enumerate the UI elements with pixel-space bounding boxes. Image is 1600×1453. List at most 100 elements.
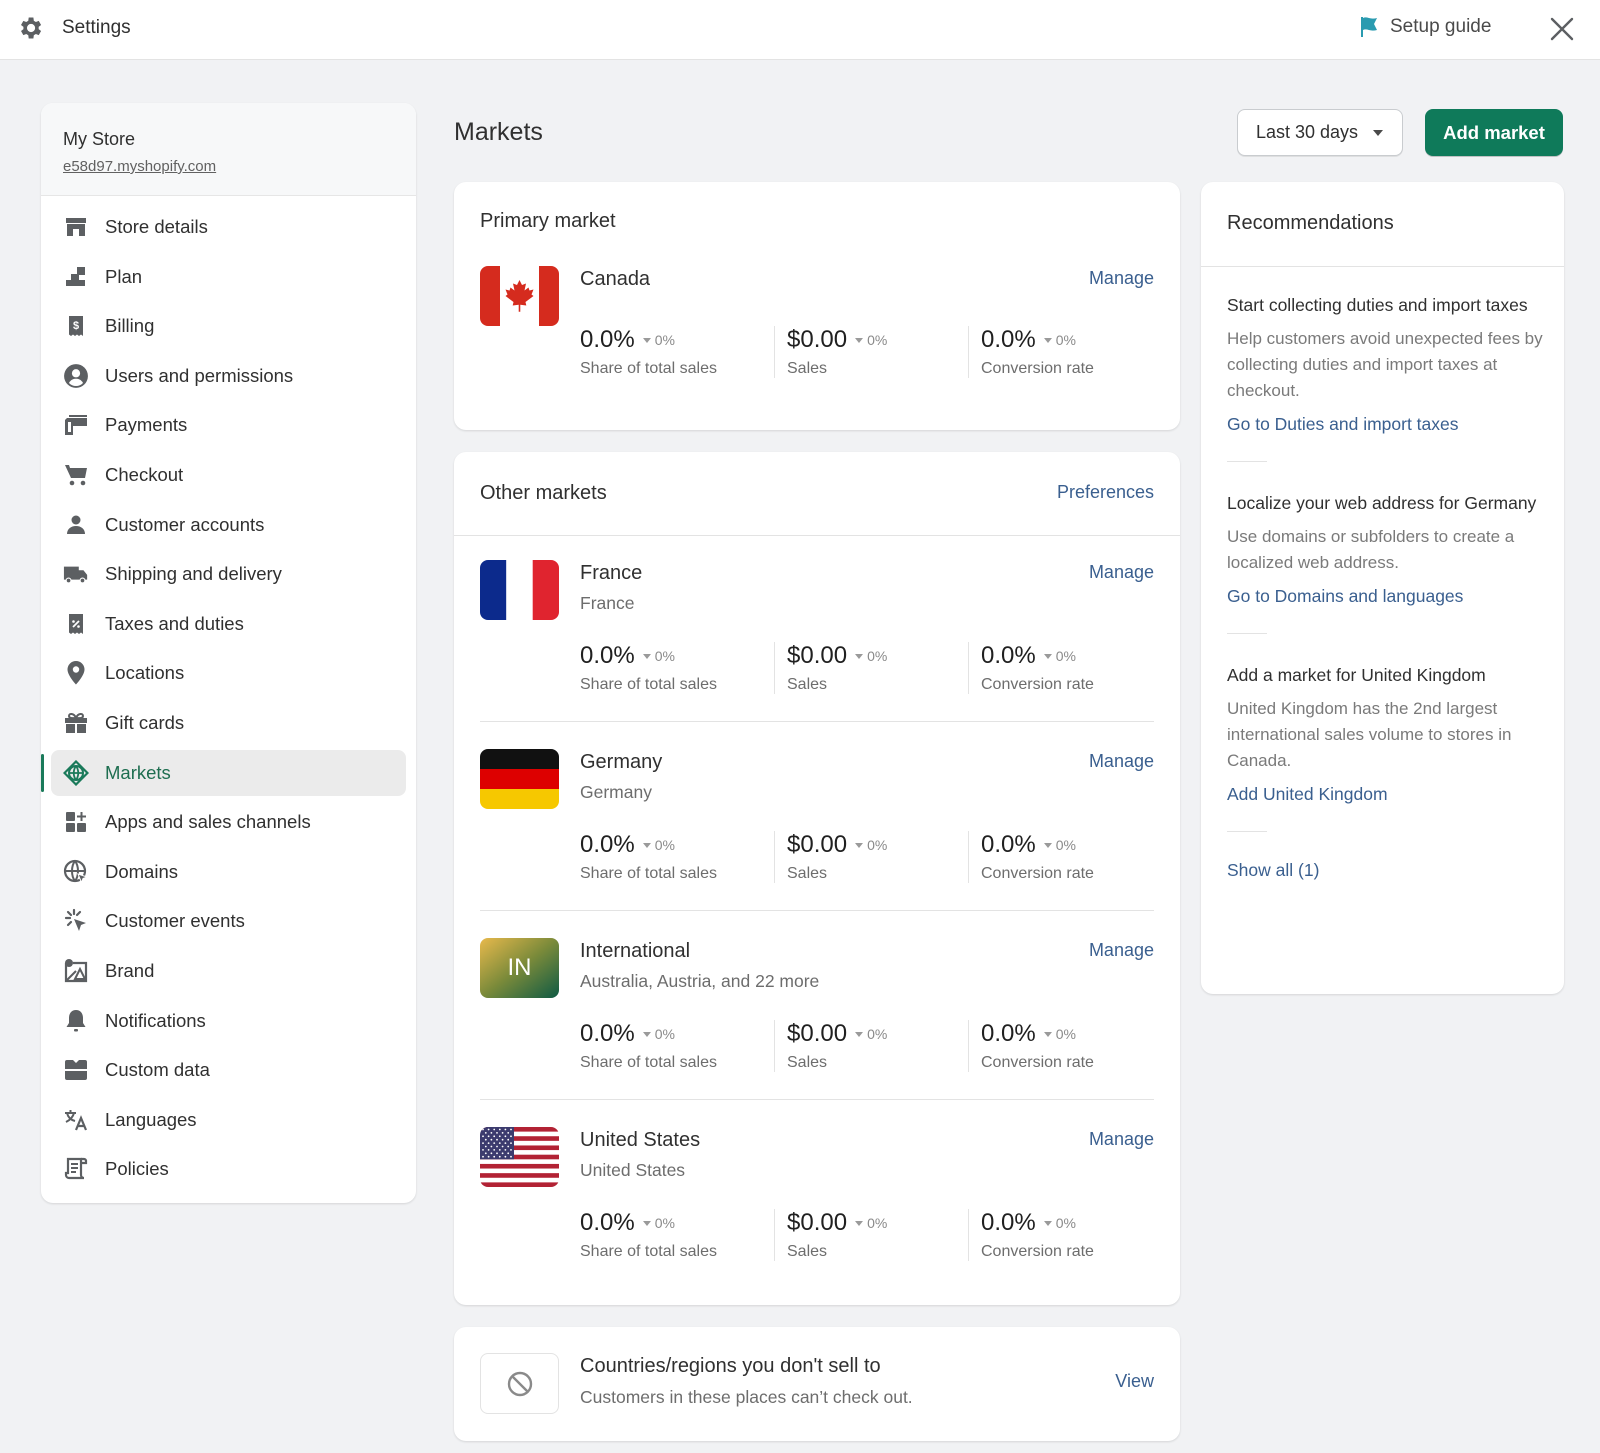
apps-icon	[63, 809, 89, 835]
sidebar-item-locations[interactable]: Locations	[51, 650, 406, 696]
metric-change: 0%	[1043, 1026, 1076, 1042]
sidebar-item-label: Gift cards	[105, 711, 185, 733]
market-row-germany: Germany Germany Manage 0.0% 0% Share of t…	[454, 749, 1180, 909]
metric-change-value: 0%	[1055, 1026, 1076, 1042]
sidebar-item-customer-events[interactable]: Customer events	[51, 898, 406, 944]
metric-change-value: 0%	[654, 837, 675, 853]
market-row-united-states: United States United States Manage 0.0% 0…	[454, 1127, 1180, 1287]
sidebar-item-plan[interactable]: Plan	[51, 254, 406, 300]
sidebar-item-domains[interactable]: Domains	[51, 849, 406, 895]
show-all-link[interactable]: Show all (1)	[1227, 860, 1319, 880]
international-flag-icon: IN	[480, 938, 559, 998]
trend-down-icon	[1043, 1220, 1052, 1226]
sidebar-item-apps-and-sales-channels[interactable]: Apps and sales channels	[51, 799, 406, 845]
section-divider	[1227, 461, 1267, 462]
caret-down-icon	[1373, 129, 1384, 136]
recommendation-link[interactable]: Add United Kingdom	[1227, 784, 1388, 805]
recommendation-link[interactable]: Go to Domains and languages	[1227, 586, 1463, 607]
sidebar-item-label: Billing	[105, 315, 155, 337]
metric-value: 0.0%	[981, 642, 1036, 669]
top-bar: Settings Setup guide	[0, 0, 1600, 60]
metric-conversion-rate: 0.0% 0% Conversion rate	[968, 642, 1162, 694]
metric-sales: $0.00 0% Sales	[774, 642, 968, 694]
date-range-select[interactable]: Last 30 days	[1237, 109, 1403, 156]
close-icon[interactable]	[1545, 12, 1579, 46]
metric-change-value: 0%	[654, 1026, 675, 1042]
metric-caption: Conversion rate	[981, 1054, 1094, 1071]
sidebar-item-label: Custom data	[105, 1059, 210, 1081]
sidebar-item-label: Policies	[105, 1158, 169, 1180]
sidebar-item-shipping-and-delivery[interactable]: Shipping and delivery	[51, 551, 406, 597]
metric-change-value: 0%	[1055, 837, 1076, 853]
metric-change-value: 0%	[867, 1026, 888, 1042]
sidebar-item-billing[interactable]: $ Billing	[51, 303, 406, 349]
globe-icon	[63, 859, 89, 885]
page-title: Markets	[454, 118, 543, 146]
preferences-link[interactable]: Preferences	[1057, 482, 1154, 503]
bell-icon	[63, 1008, 89, 1034]
sidebar-item-notifications[interactable]: Notifications	[51, 998, 406, 1044]
other-markets-card: Other markets Preferences France France …	[454, 452, 1180, 1305]
market-divider	[480, 721, 1154, 722]
metric-caption: Conversion rate	[981, 865, 1094, 882]
sidebar-item-store-details[interactable]: Store details	[51, 204, 406, 250]
metric-value: 0.0%	[580, 1020, 635, 1047]
manage-link[interactable]: Manage	[1089, 751, 1154, 772]
metric-caption: Sales	[787, 676, 828, 693]
recommendation-title: Add a market for United Kingdom	[1227, 665, 1486, 685]
metric-caption: Sales	[787, 1054, 828, 1071]
market-name: Canada	[580, 268, 651, 290]
metric-change: 0%	[1043, 332, 1076, 348]
settings-sidebar: My Store e58d97.myshopify.com Store deta…	[41, 103, 416, 1203]
sidebar-item-label: Apps and sales channels	[105, 811, 311, 833]
setup-guide-button[interactable]: Setup guide	[1358, 15, 1491, 39]
trend-down-icon	[855, 842, 864, 848]
trend-down-icon	[855, 653, 864, 659]
add-market-button[interactable]: Add market	[1425, 109, 1563, 156]
sidebar-item-label: Users and permissions	[105, 364, 294, 386]
sidebar-item-label: Customer events	[105, 910, 245, 932]
manage-link[interactable]: Manage	[1089, 562, 1154, 583]
sidebar-item-markets[interactable]: Markets	[41, 749, 406, 796]
canada-flag-icon	[480, 266, 559, 326]
metric-change: 0%	[642, 648, 675, 664]
view-link[interactable]: View	[1115, 1371, 1154, 1392]
sidebar-item-customer-accounts[interactable]: Customer accounts	[51, 502, 406, 548]
metric-change-value: 0%	[654, 648, 675, 664]
recommendation-link[interactable]: Go to Duties and import taxes	[1227, 414, 1459, 435]
metric-sales: $0.00 0% Sales	[774, 326, 968, 378]
market-regions: Australia, Austria, and 22 more	[580, 971, 820, 991]
sidebar-item-languages[interactable]: Languages	[51, 1097, 406, 1143]
sidebar-item-checkout[interactable]: Checkout	[51, 452, 406, 498]
settings-title: Settings	[62, 17, 131, 38]
germany-flag-icon	[480, 749, 559, 809]
market-name: United States	[580, 1129, 701, 1151]
store-url-link[interactable]: e58d97.myshopify.com	[63, 158, 216, 175]
setup-guide-label: Setup guide	[1390, 16, 1492, 37]
sidebar-item-policies[interactable]: Policies	[51, 1146, 406, 1192]
other-markets-heading: Other markets	[480, 482, 607, 504]
manage-link[interactable]: Manage	[1089, 940, 1154, 961]
excluded-regions-card: Countries/regions you don't sell to Cust…	[454, 1327, 1180, 1441]
prohibited-icon	[507, 1371, 532, 1396]
brand-icon	[63, 958, 89, 984]
sidebar-item-taxes-and-duties[interactable]: Taxes and duties	[51, 601, 406, 647]
metric-change-value: 0%	[867, 648, 888, 664]
market-name: International	[580, 940, 691, 962]
sidebar-item-payments[interactable]: Payments	[51, 402, 406, 448]
date-range-label: Last 30 days	[1255, 122, 1359, 142]
manage-link[interactable]: Manage	[1089, 1129, 1154, 1150]
sidebar-item-brand[interactable]: Brand	[51, 948, 406, 994]
metric-share-of-sales: 0.0% 0% Share of total sales	[580, 1209, 774, 1261]
market-divider	[480, 910, 1154, 911]
recommendations-card: Recommendations Start collecting duties …	[1201, 182, 1564, 994]
sidebar-item-gift-cards[interactable]: Gift cards	[51, 700, 406, 746]
metric-value: 0.0%	[580, 642, 635, 669]
metric-sales: $0.00 0% Sales	[774, 1209, 968, 1261]
recommendation-item: Start collecting duties and import taxes…	[1227, 292, 1546, 462]
sidebar-item-label: Locations	[105, 662, 185, 684]
metric-caption: Share of total sales	[580, 1054, 717, 1071]
sidebar-item-users-and-permissions[interactable]: Users and permissions	[51, 353, 406, 399]
sidebar-item-custom-data[interactable]: Custom data	[51, 1047, 406, 1093]
manage-link[interactable]: Manage	[1089, 268, 1154, 289]
